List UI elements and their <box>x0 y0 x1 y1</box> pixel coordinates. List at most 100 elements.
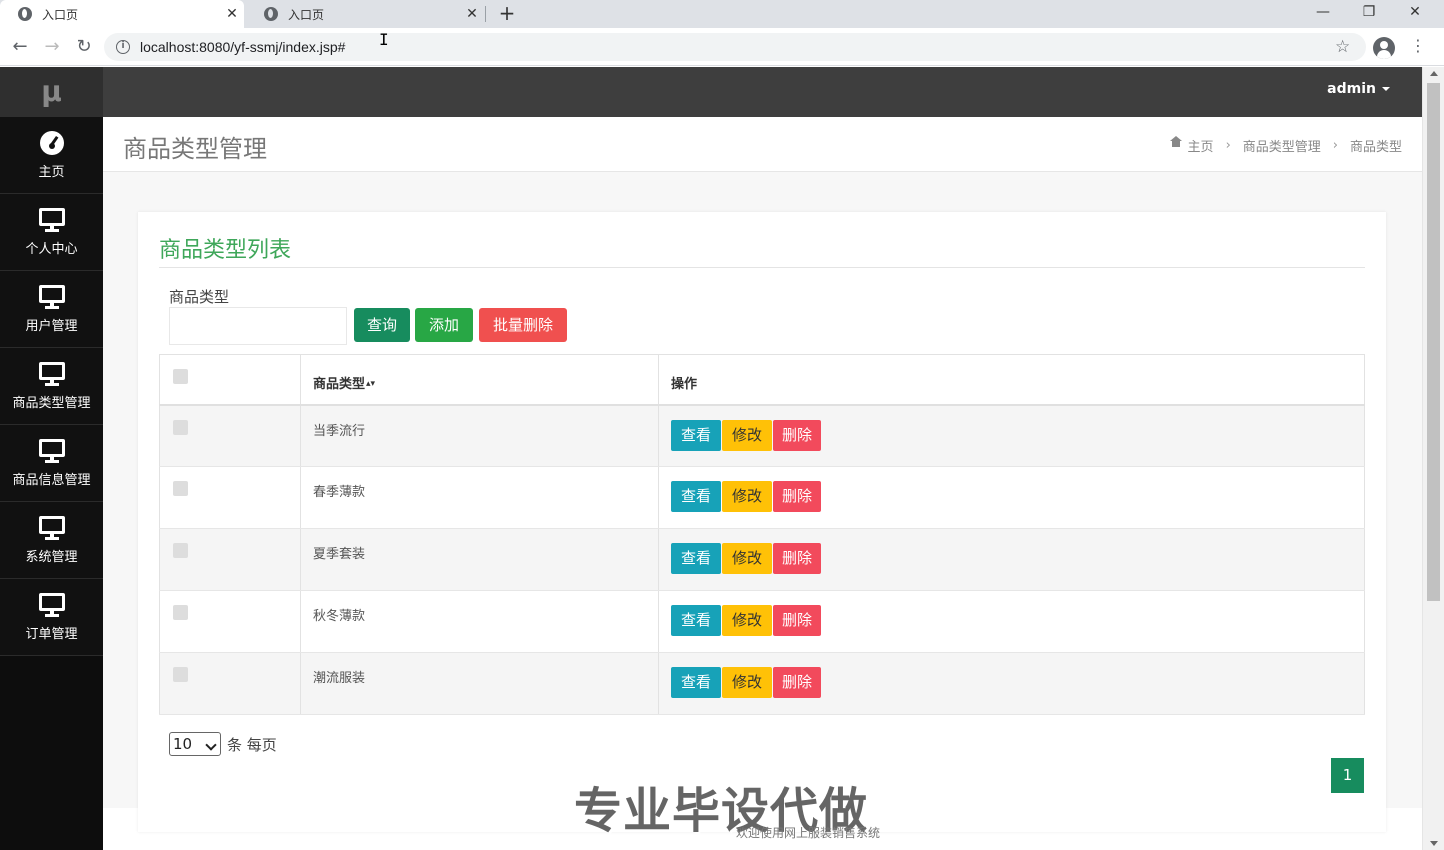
column-header-name[interactable]: 商品类型▴▾ <box>300 354 659 406</box>
sidebar-item-system[interactable]: 系统管理 <box>0 502 103 579</box>
search-label: 商品类型 <box>169 288 230 306</box>
checkbox-cell <box>159 528 301 591</box>
back-button[interactable]: ← <box>9 36 31 58</box>
table-header-row: 商品类型▴▾ 操作 <box>159 354 1365 406</box>
delete-button[interactable]: 删除 <box>773 419 821 451</box>
table-row: 秋冬薄款 查看 修改 删除 <box>159 590 1365 653</box>
edit-button[interactable]: 修改 <box>722 605 772 636</box>
sidebar-item-product-types[interactable]: 商品类型管理 <box>0 348 103 425</box>
window-close-button[interactable]: ✕ <box>1392 0 1438 28</box>
bookmark-star-icon[interactable]: ☆ <box>1335 37 1350 57</box>
query-button[interactable]: 查询 <box>354 308 410 342</box>
logo[interactable]: μ <box>0 67 103 117</box>
view-button[interactable]: 查看 <box>671 481 721 512</box>
caret-down-icon <box>1382 87 1390 91</box>
view-button[interactable]: 查看 <box>671 605 721 636</box>
url-omnibox[interactable]: i localhost:8080/yf-ssmj/index.jsp# <box>104 33 1366 61</box>
view-button[interactable]: 查看 <box>671 667 721 698</box>
delete-button[interactable]: 删除 <box>773 543 821 574</box>
forward-button[interactable]: → <box>41 36 63 58</box>
column-header-ops: 操作 <box>658 354 1365 406</box>
scroll-down-arrow-icon[interactable] <box>1430 841 1438 846</box>
sidebar-item-label: 个人中心 <box>25 241 78 257</box>
actions-cell: 查看 修改 删除 <box>658 528 1365 591</box>
page-title: 商品类型管理 <box>123 135 267 163</box>
footer-text: 欢迎使用网上服装销售系统 <box>736 826 881 840</box>
view-button[interactable]: 查看 <box>671 543 721 574</box>
sort-icon[interactable]: ▴▾ <box>366 380 375 389</box>
row-checkbox[interactable] <box>173 481 188 496</box>
sidebar-item-label: 主页 <box>38 164 65 180</box>
search-input[interactable] <box>169 307 347 345</box>
edit-button[interactable]: 修改 <box>722 667 772 698</box>
breadcrumb-section[interactable]: 商品类型管理 <box>1243 136 1321 155</box>
table-row: 春季薄款 查看 修改 删除 <box>159 466 1365 529</box>
row-checkbox[interactable] <box>173 667 188 682</box>
sidebar-item-products[interactable]: 商品信息管理 <box>0 425 103 502</box>
actions-cell: 查看 修改 删除 <box>658 404 1365 467</box>
page-1-button[interactable]: 1 <box>1331 758 1364 793</box>
sidebar-item-home[interactable]: 主页 <box>0 117 103 194</box>
row-checkbox[interactable] <box>173 543 188 558</box>
actions-cell: 查看 修改 删除 <box>658 652 1365 715</box>
select-all-checkbox[interactable] <box>173 369 188 384</box>
url-text[interactable]: localhost:8080/yf-ssmj/index.jsp# <box>140 39 345 55</box>
list-card: 商品类型列表 商品类型 查询 添加 批量删除 商品类型▴▾ 操作 当季流行 查看… <box>138 212 1386 832</box>
batch-delete-button[interactable]: 批量删除 <box>479 308 567 342</box>
minimize-button[interactable]: — <box>1300 0 1346 28</box>
table-row: 夏季套装 查看 修改 删除 <box>159 528 1365 591</box>
type-name-cell: 当季流行 <box>300 404 659 467</box>
scroll-up-arrow-icon[interactable] <box>1430 71 1438 76</box>
edit-button[interactable]: 修改 <box>722 419 772 451</box>
column-header-label: 商品类型 <box>313 377 366 392</box>
delete-button[interactable]: 删除 <box>773 481 821 512</box>
info-icon[interactable]: i <box>116 40 130 54</box>
type-name-cell: 夏季套装 <box>300 528 659 591</box>
sidebar: μ 主页 个人中心 用户管理 商品类型管理 商品信息管理 系统管理 订单管理 <box>0 67 103 850</box>
tab-close-icon[interactable]: ✕ <box>220 6 244 22</box>
sidebar-item-orders[interactable]: 订单管理 <box>0 579 103 656</box>
breadcrumb-separator: › <box>1332 138 1338 153</box>
monitor-icon <box>38 361 65 386</box>
actions-cell: 查看 修改 删除 <box>658 466 1365 529</box>
sidebar-item-users[interactable]: 用户管理 <box>0 271 103 348</box>
page-size-select[interactable]: 10 <box>169 732 221 756</box>
browser-tab-active[interactable]: 入口页 ✕ <box>0 0 244 28</box>
browser-menu-icon[interactable]: ⋮ <box>1410 36 1426 55</box>
add-button[interactable]: 添加 <box>415 308 473 342</box>
edit-button[interactable]: 修改 <box>722 481 772 512</box>
card-title: 商品类型列表 <box>159 238 292 263</box>
delete-button[interactable]: 删除 <box>773 667 821 698</box>
page-scrollbar[interactable] <box>1422 67 1444 850</box>
row-checkbox[interactable] <box>173 605 188 620</box>
reload-button[interactable]: ↻ <box>73 36 95 58</box>
top-navbar: admin <box>103 67 1422 117</box>
type-name-cell: 秋冬薄款 <box>300 590 659 653</box>
breadcrumb-current: 商品类型 <box>1349 140 1402 155</box>
browser-tab[interactable]: 入口页 ✕ <box>246 0 484 28</box>
product-type-table: 商品类型▴▾ 操作 当季流行 查看 修改 删除 春季薄款 查看 修改 删除 夏季… <box>159 354 1365 715</box>
breadcrumb: 主页 › 商品类型管理 › 商品类型 <box>1169 135 1402 155</box>
monitor-icon <box>38 284 65 309</box>
view-button[interactable]: 查看 <box>671 419 721 451</box>
tab-close-icon[interactable]: ✕ <box>460 6 484 22</box>
restore-button[interactable]: ❐ <box>1346 0 1392 28</box>
sidebar-item-label: 用户管理 <box>25 318 78 334</box>
user-menu[interactable]: admin <box>1327 81 1390 97</box>
sidebar-item-label: 系统管理 <box>25 549 78 565</box>
new-tab-button[interactable]: + <box>496 2 518 24</box>
delete-button[interactable]: 删除 <box>773 605 821 636</box>
per-page-label: 条 每页 <box>227 736 277 754</box>
row-checkbox[interactable] <box>173 419 188 435</box>
tab-title: 入口页 <box>288 7 325 22</box>
scroll-thumb[interactable] <box>1427 83 1440 601</box>
globe-icon <box>264 7 278 21</box>
sidebar-item-profile[interactable]: 个人中心 <box>0 194 103 271</box>
text-cursor: I <box>379 30 389 49</box>
profile-icon[interactable] <box>1373 37 1395 59</box>
edit-button[interactable]: 修改 <box>722 543 772 574</box>
monitor-icon <box>38 438 65 463</box>
breadcrumb-home[interactable]: 主页 <box>1188 136 1214 155</box>
home-icon <box>1169 135 1182 150</box>
checkbox-cell <box>159 652 301 715</box>
